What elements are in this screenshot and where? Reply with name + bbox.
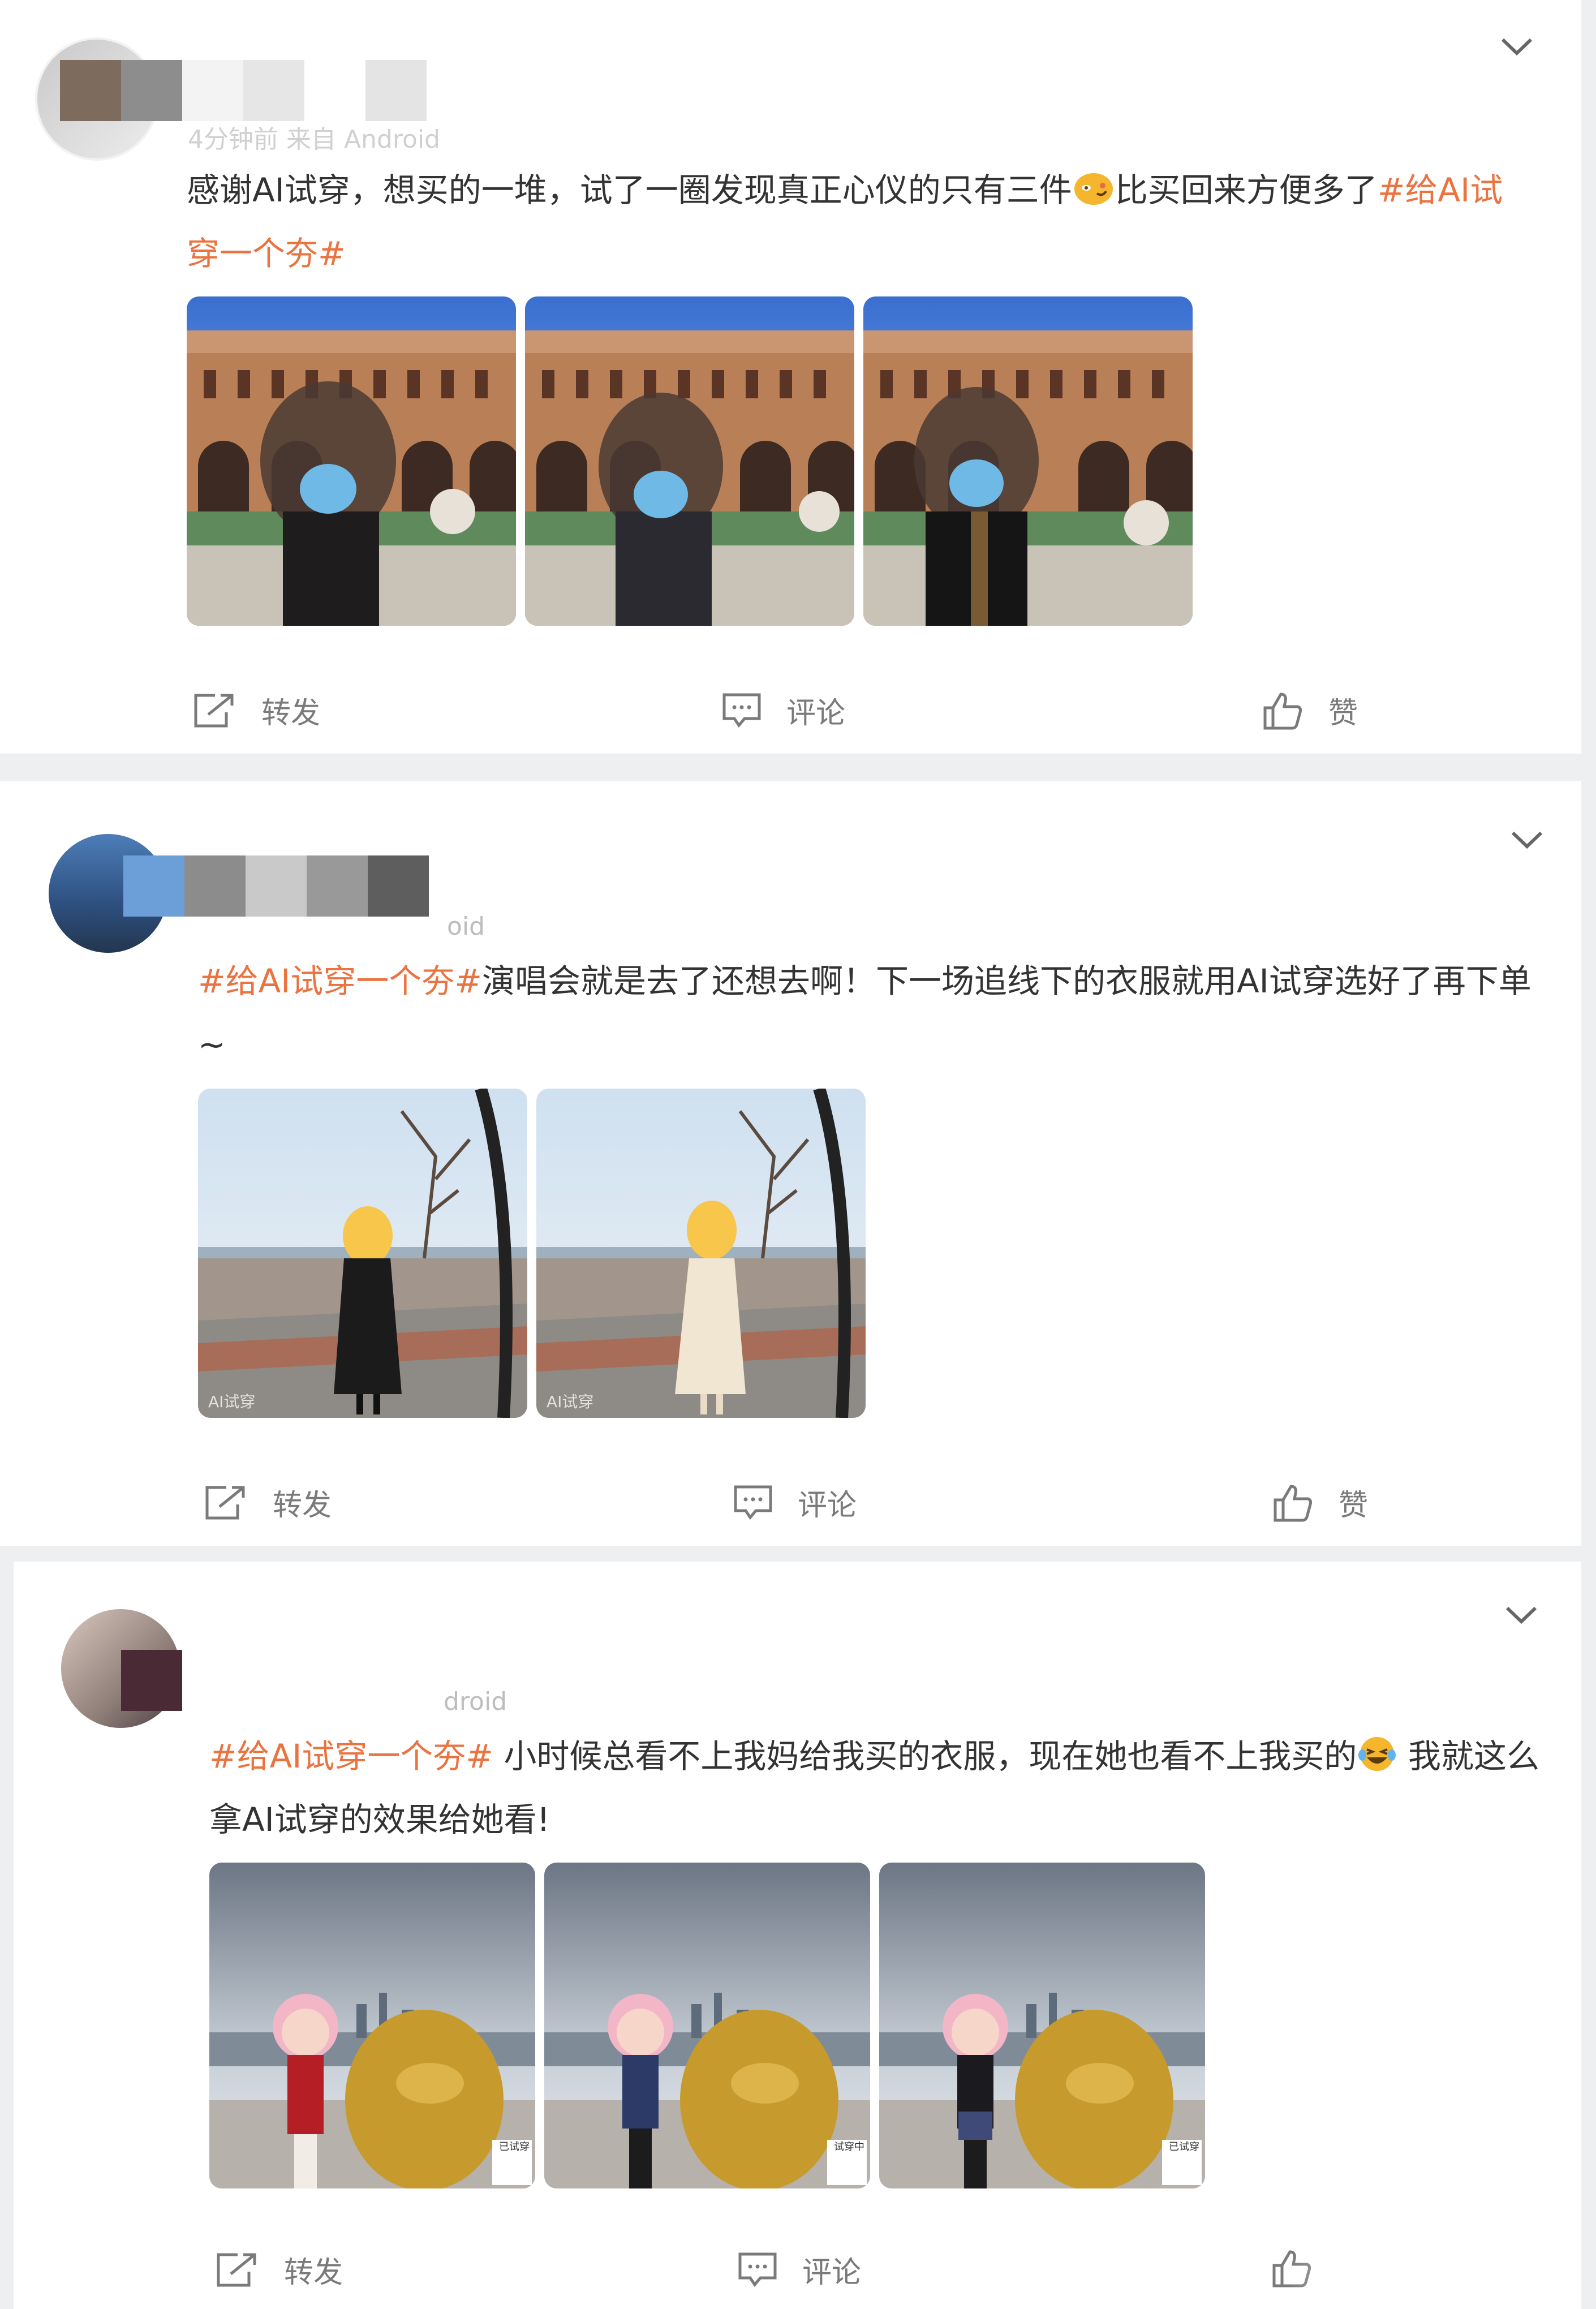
post-image[interactable]: 已试穿 <box>879 1863 1205 2188</box>
repost-button[interactable]: 转发 <box>204 1481 332 1524</box>
post-image[interactable]: AI试穿 <box>198 1089 527 1418</box>
comment-button[interactable]: 评论 <box>738 2248 861 2291</box>
watermark-overlay <box>1287 2259 1581 2304</box>
repost-label: 转发 <box>284 2256 343 2290</box>
post-image[interactable] <box>187 296 516 626</box>
comment-icon <box>734 1485 772 1520</box>
topic-hashtag[interactable]: #给AI试穿一个夯# <box>198 962 482 1000</box>
post-image[interactable]: 已试穿 <box>209 1863 535 2188</box>
post-text: #给AI试穿一个夯#演唱会就是去了还想去啊！下一场追线下的衣服就用AI试穿选好了… <box>198 949 1545 1076</box>
repost-icon <box>217 2253 256 2286</box>
repost-label: 转发 <box>273 1489 332 1523</box>
post-image[interactable]: AI试穿 <box>536 1089 866 1418</box>
comment-icon <box>722 693 761 728</box>
comment-button[interactable]: 评论 <box>722 689 845 732</box>
chevron-down-icon[interactable] <box>1505 1603 1538 1626</box>
post-image[interactable] <box>863 296 1193 626</box>
repost-icon <box>205 1486 245 1519</box>
post-text: 感谢AI试穿，想买的一堆，试了一圈发现真正心仪的只有三件 比买回来方便多了#给AI… <box>187 158 1533 285</box>
post-text-part: 小时候总看不上我妈给我买的衣服，现在她也看不上我买的 <box>493 1737 1357 1775</box>
comment-button[interactable]: 评论 <box>733 1481 857 1524</box>
post-meta: 4分钟前 来自 Android <box>188 125 441 154</box>
comment-label: 评论 <box>786 696 846 730</box>
post-card: oid #给AI试穿一个夯#演唱会就是去了还想去啊！下一场追线下的衣服就用AI试… <box>0 781 1581 1546</box>
post-text-part: 感谢AI试穿，想买的一堆，试了一圈发现真正心仪的只有三件 <box>187 171 1072 209</box>
chevron-down-icon[interactable] <box>1511 828 1543 851</box>
laughing-tears-emoji <box>1358 1737 1396 1771</box>
like-button[interactable]: 赞 <box>1273 1481 1368 1524</box>
comment-icon <box>738 2252 777 2287</box>
like-button[interactable]: 赞 <box>1263 689 1358 732</box>
image-badge: 已试穿 <box>1169 2141 1199 2153</box>
blurred-username <box>60 60 427 121</box>
topic-hashtag[interactable]: #给AI试穿一个夯# <box>209 1737 493 1775</box>
thumbs-up-icon <box>1274 1484 1312 1521</box>
comment-label: 评论 <box>802 2256 862 2290</box>
post-card: 4分钟前 来自 Android 感谢AI试穿，想买的一堆，试了一圈发现真正心仪的… <box>0 0 1581 754</box>
repost-button[interactable]: 转发 <box>192 689 320 732</box>
blurred-username <box>123 855 429 917</box>
image-watermark: AI试穿 <box>208 1392 256 1411</box>
like-label: 赞 <box>1328 696 1358 730</box>
chevron-down-icon[interactable] <box>1500 35 1533 58</box>
image-badge: 试穿中 <box>834 2141 864 2153</box>
thumbs-up-icon <box>1263 692 1302 729</box>
comment-label: 评论 <box>798 1489 857 1523</box>
image-badge: 已试穿 <box>499 2141 530 2153</box>
repost-label: 转发 <box>261 696 321 730</box>
post-meta: droid <box>444 1687 507 1716</box>
smirk-emoji <box>1074 173 1113 205</box>
post-text-part: 比买回来方便多了 <box>1115 171 1378 209</box>
like-label: 赞 <box>1339 1489 1369 1523</box>
post-meta: oid <box>447 912 485 941</box>
post-image[interactable] <box>525 296 854 626</box>
post-card: droid #给AI试穿一个夯# 小时候总看不上我妈给我买的衣服，现在她也看不上… <box>14 1562 1581 2309</box>
post-image[interactable]: 试穿中 <box>544 1863 870 2188</box>
repost-icon <box>194 694 234 727</box>
blurred-username <box>121 1650 304 1711</box>
post-text: #给AI试穿一个夯# 小时候总看不上我妈给我买的衣服，现在她也看不上我买的 我就… <box>209 1725 1545 1851</box>
image-watermark: AI试穿 <box>547 1392 594 1411</box>
repost-button[interactable]: 转发 <box>215 2248 343 2291</box>
